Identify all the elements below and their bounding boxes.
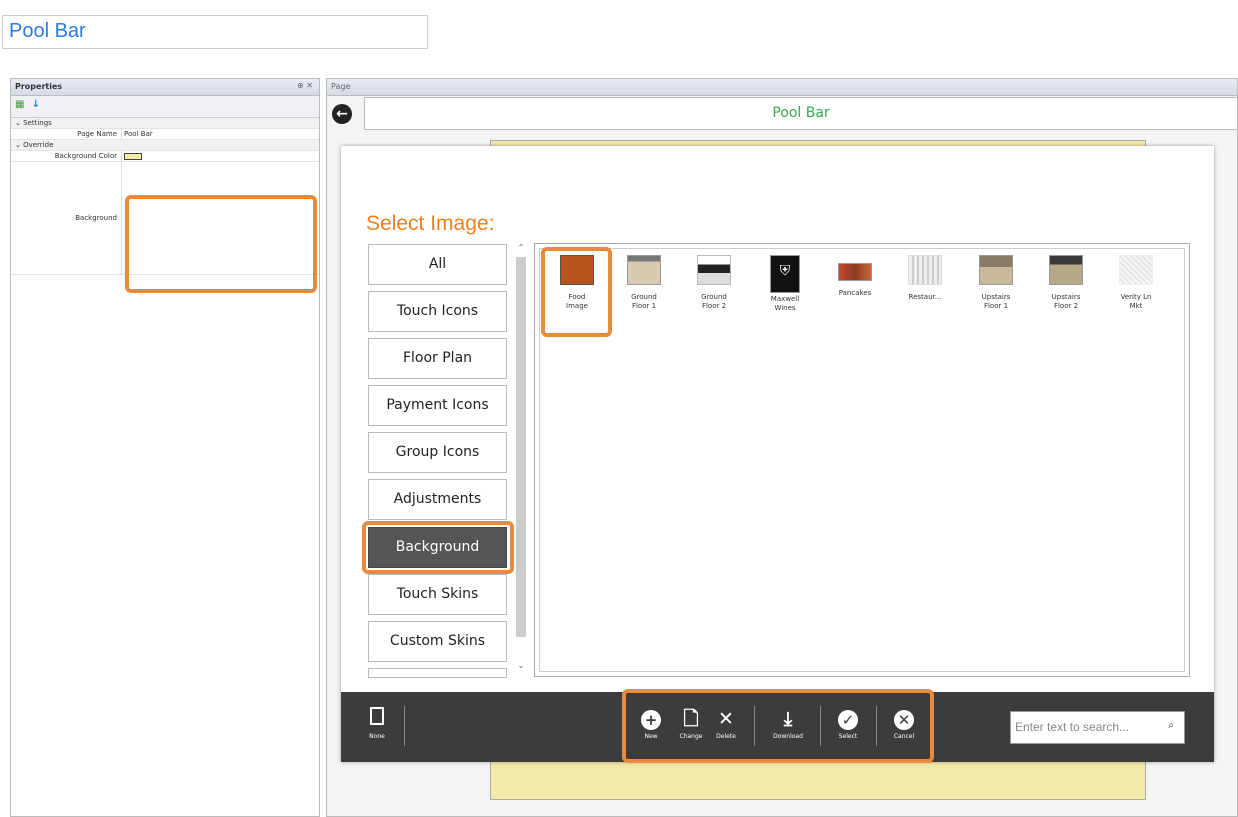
blank-page-icon (359, 707, 395, 731)
image-label: Ground Floor 1 (631, 293, 657, 310)
category-group-icons[interactable]: Group Icons (368, 432, 507, 473)
image-label: Maxwell Wines (770, 295, 800, 312)
image-label: Pancakes (838, 289, 872, 297)
image-item-restaurant[interactable]: Restaur... (895, 251, 955, 331)
image-label: Upstairs Floor 2 (1051, 293, 1081, 310)
page-name-value[interactable]: Pool Bar (121, 129, 153, 139)
separator (404, 706, 405, 746)
image-label: Restaur... (908, 293, 942, 301)
upstairs-floor-1-thumbnail (979, 255, 1013, 285)
search-input[interactable]: Enter text to search... ⌕ (1010, 711, 1185, 744)
sort-az-icon[interactable]: ↓ (32, 99, 40, 110)
background-value-highlight (125, 195, 317, 293)
scroll-thumb[interactable] (516, 257, 526, 637)
category-touch-icons[interactable]: Touch Icons (368, 291, 507, 332)
category-more[interactable] (368, 668, 507, 678)
category-touch-skins[interactable]: Touch Skins (368, 574, 507, 615)
scroll-down-icon[interactable]: ⌄ (513, 661, 529, 670)
pin-close-controls[interactable]: ⊕ ✕ (297, 81, 313, 90)
search-icon[interactable]: ⌕ (1168, 720, 1174, 731)
verity-ln-mkt-thumbnail (1119, 255, 1153, 285)
page-panel-header: Page (327, 79, 1237, 96)
page-title-bar: Pool Bar (364, 97, 1238, 130)
categorized-icon[interactable]: ▦ (15, 99, 24, 110)
maxwell-wines-thumbnail: ⛨ (770, 255, 800, 293)
category-floor-plan[interactable]: Floor Plan (368, 338, 507, 379)
category-all[interactable]: All (368, 244, 507, 285)
dialog-title: Select Image: (366, 212, 495, 235)
image-item-pancakes[interactable]: Pancakes (825, 251, 885, 331)
ground-floor-2-thumbnail (697, 255, 731, 285)
image-label: Verity Ln Mkt (1120, 293, 1152, 310)
background-color-label: Background Color (54, 152, 117, 160)
scroll-up-icon[interactable]: ⌃ (513, 243, 529, 252)
background-color-row: Background Color (11, 151, 319, 162)
pancakes-thumbnail (838, 263, 872, 281)
settings-category[interactable]: ⌄ Settings (11, 118, 319, 129)
category-payment-icons[interactable]: Payment Icons (368, 385, 507, 426)
image-item-upstairs-floor-2[interactable]: Upstairs Floor 2 (1036, 251, 1096, 331)
page-name-label: Page Name (77, 130, 117, 138)
ground-floor-1-thumbnail (627, 255, 661, 285)
properties-title: Properties (15, 82, 63, 91)
page-name-row: Page Name Pool Bar (11, 129, 319, 140)
background-label: Background (75, 214, 117, 222)
color-swatch (124, 152, 142, 160)
toolbar-actions-highlight (622, 689, 934, 763)
food-image-highlight (541, 247, 612, 337)
properties-toolbar: ▦ ↓ (11, 96, 319, 118)
background-color-value[interactable] (121, 151, 142, 161)
category-custom-skins[interactable]: Custom Skins (368, 621, 507, 662)
image-item-verity-ln-mkt[interactable]: Verity Ln Mkt (1106, 251, 1166, 331)
override-category[interactable]: ⌄ Override (11, 140, 319, 151)
image-item-ground-floor-1[interactable]: Ground Floor 1 (614, 251, 674, 331)
image-label: Ground Floor 2 (701, 293, 727, 310)
image-label: Upstairs Floor 1 (981, 293, 1011, 310)
upstairs-floor-2-thumbnail (1049, 255, 1083, 285)
background-category-highlight (362, 521, 514, 574)
image-item-upstairs-floor-1[interactable]: Upstairs Floor 1 (966, 251, 1026, 331)
properties-panel: Properties ⊕ ✕ ▦ ↓ ⌄ Settings Page Name … (10, 78, 320, 817)
category-scrollbar[interactable]: ⌃ ⌄ (513, 243, 529, 671)
restaurant-thumbnail (908, 255, 942, 285)
page-title-field[interactable]: Pool Bar (2, 15, 428, 49)
properties-header: Properties ⊕ ✕ (11, 79, 319, 96)
category-adjustments[interactable]: Adjustments (368, 479, 507, 520)
back-arrow-icon[interactable]: ← (332, 104, 352, 124)
none-button[interactable]: None (359, 707, 395, 740)
image-item-ground-floor-2[interactable]: Ground Floor 2 (684, 251, 744, 331)
image-item-maxwell-wines[interactable]: ⛨ Maxwell Wines (755, 251, 815, 331)
